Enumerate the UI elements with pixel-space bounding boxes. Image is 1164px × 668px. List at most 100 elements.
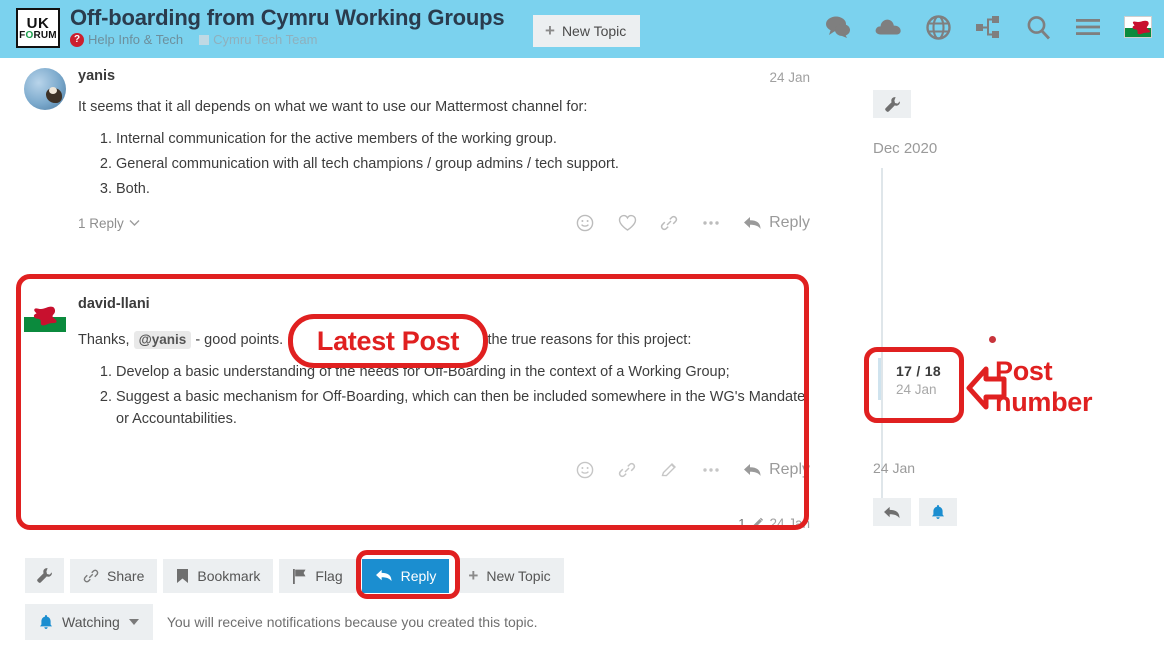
replies-count-label: 1 Reply: [78, 215, 124, 231]
list-item: Internal communication for the active me…: [116, 129, 810, 151]
page-title: Off-boarding from Cymru Working Groups: [70, 5, 505, 30]
timeline-current-entry[interactable]: 17 / 18 24 Jan: [878, 363, 941, 397]
post-reply-button[interactable]: Reply: [743, 461, 810, 479]
header-new-topic-button[interactable]: + New Topic: [533, 15, 641, 47]
search-icon[interactable]: [1024, 13, 1052, 41]
chevron-down-icon: [128, 619, 139, 625]
welsh-flag-avatar[interactable]: [24, 302, 66, 332]
avatar[interactable]: [1124, 13, 1152, 41]
timeline-admin-button[interactable]: [873, 90, 911, 118]
timeline-reply-button[interactable]: [873, 498, 911, 526]
timeline-track[interactable]: [881, 168, 883, 498]
post-body: It seems that it all depends on what we …: [78, 97, 810, 200]
bookmark-button[interactable]: Bookmark: [163, 558, 274, 593]
wrench-icon: [884, 96, 900, 112]
bookmark-icon: [177, 568, 189, 583]
plus-icon: +: [468, 566, 479, 585]
reply-arrow-icon: [744, 464, 761, 477]
post-number-annotation-line1: Post: [995, 356, 1053, 386]
breadcrumb-subcategory[interactable]: Cymru Tech Team: [213, 32, 317, 47]
ellipsis-icon[interactable]: [701, 213, 721, 233]
watching-label: Watching: [62, 614, 120, 630]
post-item: 24 Jan yanis It seems that it all depend…: [0, 58, 840, 258]
photo-avatar[interactable]: [24, 68, 66, 110]
reply-arrow-icon: [375, 569, 392, 582]
replies-toggle[interactable]: 1 Reply: [78, 216, 140, 231]
emoji-icon[interactable]: [575, 213, 595, 233]
pencil-edit-icon[interactable]: [659, 460, 679, 480]
cloud-icon[interactable]: [874, 13, 902, 41]
post-reply-label: Reply: [769, 214, 810, 232]
flag-icon: [293, 568, 306, 584]
site-header: UK FORUM Off-boarding from Cymru Working…: [0, 0, 1164, 58]
post-meta: 1 24 Jan: [738, 516, 810, 531]
intro-a: Thanks,: [78, 332, 134, 348]
avatar-column: [24, 296, 70, 332]
breadcrumb-category[interactable]: Help Info & Tech: [88, 32, 183, 47]
reply-button[interactable]: Reply: [361, 558, 450, 593]
logo-line-2: FORUM: [19, 29, 57, 41]
notification-row: Watching You will receive notifications …: [25, 604, 538, 640]
site-logo[interactable]: UK FORUM: [16, 8, 60, 48]
topic-footer-toolbar: Share Bookmark Flag Reply + New Topic: [25, 558, 564, 593]
category-color-swatch: [199, 34, 210, 45]
post-actions: Reply: [78, 460, 810, 480]
share-label: Share: [107, 567, 145, 584]
post-actions: 1 Reply Reply: [78, 213, 810, 233]
plus-icon: +: [545, 21, 555, 40]
post-intro-text: It seems that it all depends on what we …: [78, 99, 588, 115]
heart-icon[interactable]: [617, 213, 637, 233]
timeline-buttons: [873, 498, 957, 526]
hamburger-menu-icon[interactable]: [1074, 13, 1102, 41]
globe-icon[interactable]: [924, 13, 952, 41]
link-icon[interactable]: [659, 213, 679, 233]
latest-post-annotation: Latest Post: [288, 314, 488, 368]
link-icon[interactable]: [617, 460, 637, 480]
reply-arrow-icon: [884, 506, 900, 518]
ellipsis-icon[interactable]: [701, 460, 721, 480]
app-window: UK FORUM Off-boarding from Cymru Working…: [0, 0, 1164, 668]
notification-note: You will receive notifications because y…: [166, 614, 538, 630]
post-reply-label: Reply: [769, 461, 810, 479]
timeline-notification-button[interactable]: [919, 498, 957, 526]
notification-bell-icon: [40, 615, 52, 629]
emoji-icon[interactable]: [575, 460, 595, 480]
topic-body: 24 Jan yanis It seems that it all depend…: [0, 58, 1164, 668]
link-icon: [83, 569, 99, 582]
watching-dropdown[interactable]: Watching: [25, 604, 153, 640]
list-item: General communication with all tech cham…: [116, 154, 810, 176]
user-mention[interactable]: @yanis: [133, 331, 192, 349]
notification-bell-icon: [932, 505, 944, 519]
post-number-value: 17 / 18: [896, 363, 941, 379]
post-date: 24 Jan: [769, 516, 810, 531]
post-action-icons: Reply: [575, 460, 810, 480]
admin-wrench-button[interactable]: [25, 558, 64, 593]
reply-arrow-icon: [744, 217, 761, 230]
post-author[interactable]: david-llani: [78, 296, 810, 312]
flag-button[interactable]: Flag: [279, 558, 356, 593]
timeline-month-label: Dec 2020: [873, 140, 938, 157]
flag-label: Flag: [315, 567, 343, 584]
post-author[interactable]: yanis: [78, 68, 810, 84]
post-ordered-list: Internal communication for the active me…: [78, 129, 810, 200]
post-number-annotation-line2: number: [995, 387, 1093, 418]
post-header: yanis It seems that it all depends on wh…: [24, 68, 810, 233]
topic-timeline: Dec 2020 17 / 18 24 Jan Post number 24 J…: [862, 58, 1162, 668]
logo-line-1: UK: [26, 14, 50, 32]
sitemap-icon[interactable]: [974, 13, 1002, 41]
list-item: Both.: [116, 179, 810, 201]
post-reply-button[interactable]: Reply: [743, 214, 810, 232]
header-new-topic-label: New Topic: [561, 22, 627, 39]
new-topic-label: New Topic: [486, 567, 551, 584]
avatar-column: [24, 68, 70, 110]
welsh-flag-avatar: [1124, 16, 1152, 38]
post-number-annotation: Post number: [995, 356, 1093, 418]
list-item: Suggest a basic mechanism for Off-Boardi…: [116, 387, 810, 431]
chevron-down-icon: [129, 220, 140, 227]
edit-count: 1: [738, 516, 746, 531]
new-topic-button[interactable]: + New Topic: [455, 558, 564, 593]
wrench-icon: [37, 568, 52, 583]
chat-bubbles-icon[interactable]: [824, 13, 852, 41]
post-stream: 24 Jan yanis It seems that it all depend…: [0, 58, 840, 640]
share-button[interactable]: Share: [70, 558, 158, 593]
